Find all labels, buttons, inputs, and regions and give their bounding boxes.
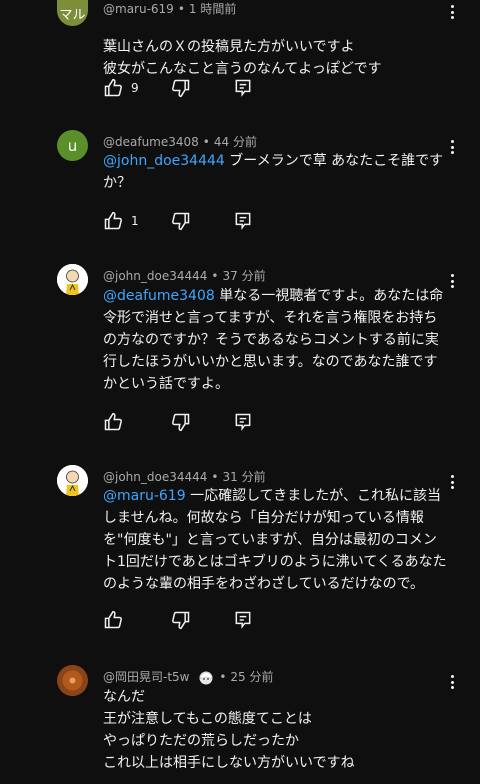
like-count: 1 [131,214,139,228]
comment-text: @deafume3408 単なる一視聴者ですよ。あなたは命令形で消せと言ってます… [103,288,444,392]
thumbs-up-icon [104,412,122,431]
comment-meta: @john_doe34444 • 31 分前 [103,470,266,484]
thumbs-down-icon [172,413,190,432]
avatar[interactable] [57,665,88,696]
comment-text: @maru-619 一応確認してきましたが、これ私に該当しませんね。何故なら「自… [103,488,447,592]
comment-actions: 9 [103,77,273,101]
like-button[interactable]: 1 [103,210,139,232]
avatar[interactable]: u [57,130,88,161]
comment-time[interactable]: 25 分前 [230,670,273,684]
like-count: 9 [131,81,139,95]
like-button[interactable]: 9 [103,77,139,99]
thumbs-up-icon [104,78,122,97]
mention-link[interactable]: @john_doe34444 [103,153,225,169]
avatar[interactable] [57,264,88,295]
reply-icon [235,212,251,230]
avatar[interactable] [57,465,88,496]
comment-time[interactable]: 31 分前 [222,470,265,484]
reply-icon [235,611,251,629]
like-button[interactable] [103,411,123,433]
thumbs-down-icon [172,79,190,98]
thumbs-up-icon [104,211,122,230]
reply-icon [235,413,251,431]
comment-actions [103,609,273,633]
comment-handle[interactable]: @john_doe34444 [103,269,207,283]
like-button[interactable] [103,609,123,631]
avatar-image [57,665,88,696]
cartoon-avatar-image [57,465,88,496]
reply-button[interactable] [233,609,253,631]
comment-text: 葉山さんのＸの投稿見た方がいいですよ 彼女がこんなこと言うのなんてよっぽどです [103,39,382,77]
reply-button[interactable] [233,210,253,232]
thumbs-up-icon [104,610,122,629]
thumbs-down-icon [172,611,190,630]
comment-meta: @deafume3408 • 44 分前 [103,135,257,149]
dislike-button[interactable] [171,411,191,433]
mention-link[interactable]: @deafume3408 [103,288,215,304]
comment-time[interactable]: 1 時間前 [189,2,236,16]
reply-button[interactable] [233,411,253,433]
dislike-button[interactable] [171,609,191,631]
comment-meta: @maru-619 • 1 時間前 [103,2,237,16]
comment-actions: 1 [103,210,273,234]
comment-handle[interactable]: @john_doe34444 [103,470,207,484]
comment-meta: @john_doe34444 • 37 分前 [103,269,266,283]
member-badge-icon [199,671,213,684]
comment-text: @john_doe34444 ブーメランで草 あなたこそ誰ですか？ [103,153,444,191]
reply-icon [235,79,251,97]
comment-handle[interactable]: @maru-619 [103,2,174,16]
comment-meta: @岡田晃司-t5w • 25 分前 [103,670,274,684]
dislike-button[interactable] [171,77,191,99]
comment-actions [103,411,273,435]
mention-link[interactable]: @maru-619 [103,488,186,504]
comment-time[interactable]: 44 分前 [214,135,257,149]
cartoon-avatar-image [57,264,88,295]
comment-handle[interactable]: @deafume3408 [103,135,199,149]
comment-time[interactable]: 37 分前 [222,269,265,283]
dislike-button[interactable] [171,210,191,232]
reply-button[interactable] [233,77,253,99]
comment-handle[interactable]: @岡田晃司-t5w [103,670,190,684]
comment-text: なんだ 王が注意してもこの態度てことは やっぱりただの荒らしだったか これ以上は… [103,689,355,771]
thumbs-down-icon [172,212,190,231]
avatar[interactable]: マル [57,0,88,26]
more-vertical-icon[interactable] [444,2,460,22]
